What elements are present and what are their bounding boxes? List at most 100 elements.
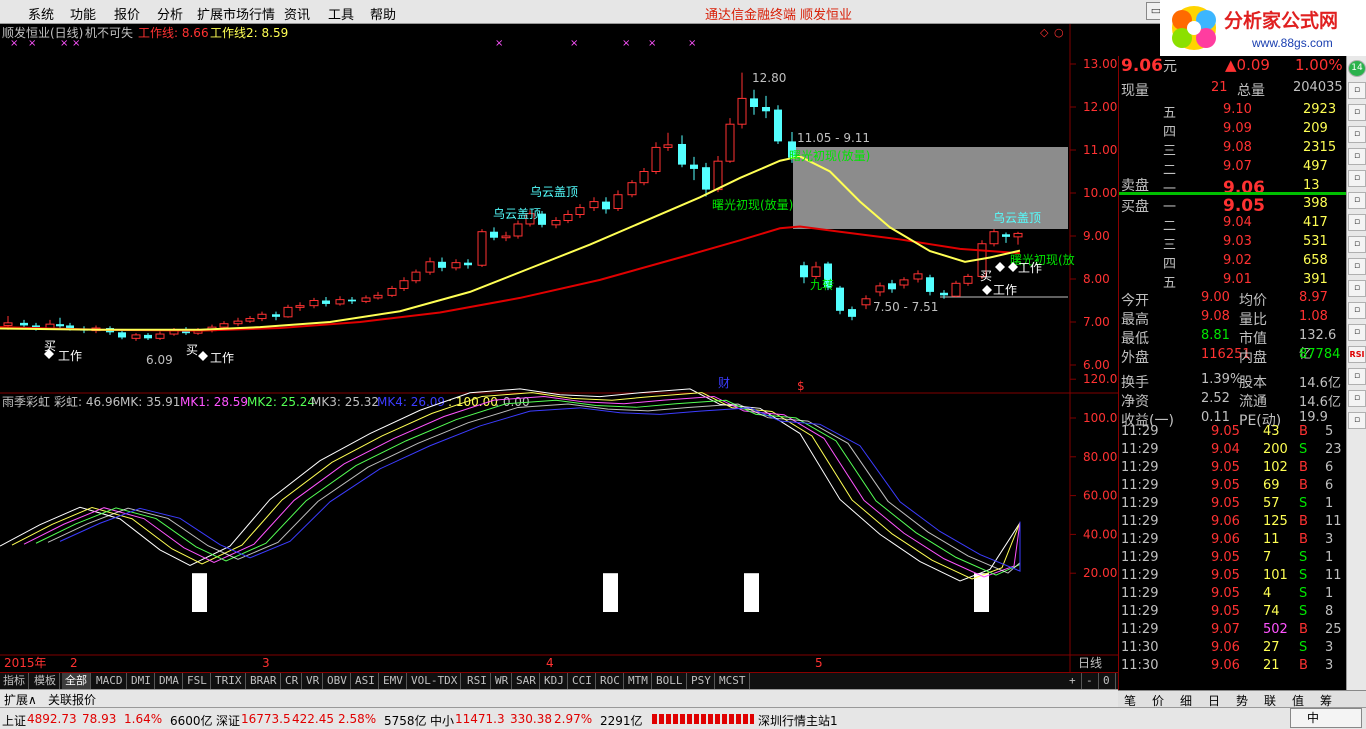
work-signal-label: 工作 bbox=[210, 351, 234, 365]
candle-body bbox=[875, 285, 885, 293]
menu-quote[interactable]: 报价 bbox=[114, 4, 140, 23]
ask-volume: 2315 bbox=[1303, 140, 1337, 155]
menu-analysis[interactable]: 分析 bbox=[157, 4, 183, 23]
candle-body bbox=[490, 231, 498, 238]
indicator-tab[interactable]: 模板 bbox=[31, 673, 60, 689]
toolbar-tool-icon[interactable]: ▫ bbox=[1348, 368, 1366, 385]
chart-area[interactable]: 顺发恒业(日线) 机不可失 工作线: 8.66 工作线2: 8.59 13.00… bbox=[0, 24, 1118, 672]
indicator-tab[interactable]: FSL bbox=[184, 673, 211, 689]
stat-label: 流通 bbox=[1239, 394, 1267, 410]
ask-volume: 497 bbox=[1303, 159, 1328, 174]
finance-marker: 财 bbox=[718, 376, 730, 390]
toolbar-tool-icon[interactable]: ▫ bbox=[1348, 412, 1366, 429]
toolbar-tool-icon[interactable]: ▫ bbox=[1348, 192, 1366, 209]
menu-function[interactable]: 功能 bbox=[70, 4, 96, 23]
menu-system[interactable]: 系统 bbox=[28, 4, 54, 23]
toolbar-tool-icon[interactable]: ▫ bbox=[1348, 126, 1366, 143]
stat-label: 内盘 bbox=[1239, 350, 1267, 366]
tab-control-button[interactable]: - bbox=[1083, 673, 1099, 689]
tick-volume: 102 bbox=[1263, 460, 1288, 475]
tick-row: 11:29 9.05 101 S 11 bbox=[1119, 568, 1347, 586]
candle-body bbox=[951, 282, 961, 297]
bid-volume: 398 bbox=[1303, 196, 1328, 211]
candle-body bbox=[361, 297, 371, 302]
toolbar-tool-icon[interactable]: ▫ bbox=[1348, 302, 1366, 319]
indicator-tab[interactable]: CCI bbox=[569, 673, 596, 689]
indicator-tab[interactable]: DMA bbox=[156, 673, 183, 689]
indicator-tab[interactable]: VOL-TDX bbox=[408, 673, 462, 689]
tick-count: 11 bbox=[1325, 568, 1342, 583]
candle-body bbox=[811, 266, 821, 277]
ext-toggle[interactable]: 扩展∧ bbox=[4, 691, 37, 708]
work-signal-label: 工作 bbox=[58, 349, 82, 363]
indicator-tab[interactable]: KDJ bbox=[541, 673, 568, 689]
candle-body bbox=[800, 265, 808, 278]
candle-body bbox=[295, 305, 305, 308]
indicator-tab[interactable]: BRAR bbox=[247, 673, 281, 689]
tick-direction: S bbox=[1299, 496, 1308, 511]
x-marker-icon: × bbox=[688, 38, 696, 49]
ime-indicator[interactable]: 中 bbox=[1290, 708, 1362, 728]
price-panel[interactable]: 顺发恒业(日线) 机不可失 工作线: 8.66 工作线2: 8.59 13.00… bbox=[0, 24, 1118, 672]
candle-body bbox=[257, 313, 267, 320]
indicator-tab[interactable]: WR bbox=[492, 673, 513, 689]
indicator-tab[interactable]: EMV bbox=[380, 673, 407, 689]
related-quote-tab[interactable]: 关联报价 bbox=[48, 691, 96, 708]
toolbar-tool-icon[interactable]: 14 bbox=[1348, 60, 1366, 77]
bid-row: 一 9.05 398 bbox=[1119, 196, 1347, 216]
x-marker-icon: × bbox=[622, 38, 630, 49]
server-station[interactable]: 深圳行情主站1 bbox=[758, 712, 838, 729]
toolbar-tool-icon[interactable]: ▫ bbox=[1348, 148, 1366, 165]
indicator-tab[interactable]: TRIX bbox=[212, 673, 246, 689]
toolbar-tool-icon[interactable]: ▫ bbox=[1348, 236, 1366, 253]
indicator-tab[interactable]: MTM bbox=[625, 673, 652, 689]
toolbar-tool-icon[interactable]: ▫ bbox=[1348, 258, 1366, 275]
candle-body bbox=[602, 201, 610, 210]
x-marker-icon: × bbox=[570, 38, 578, 49]
indicator-tab[interactable]: ASI bbox=[352, 673, 379, 689]
tick-price: 9.05 bbox=[1211, 460, 1240, 475]
tick-direction: B bbox=[1299, 622, 1308, 637]
toolbar-tool-icon[interactable]: ▫ bbox=[1348, 390, 1366, 407]
toolbar-tool-icon[interactable]: ▫ bbox=[1348, 82, 1366, 99]
toolbar-tool-icon[interactable]: ▫ bbox=[1348, 170, 1366, 187]
stat-value: 19.9 bbox=[1299, 410, 1328, 425]
candle-body bbox=[1002, 234, 1010, 237]
menu-news[interactable]: 资讯 bbox=[284, 4, 310, 23]
indicator-tab[interactable]: RSI bbox=[464, 673, 491, 689]
indicator-tab[interactable]: VR bbox=[303, 673, 324, 689]
indicator-tab[interactable]: BOLL bbox=[653, 673, 687, 689]
rainbow-indicator-panel[interactable]: 雨季彩虹 彩虹: 46.96 MK: 35.91 MK1: 28.59 MK2:… bbox=[0, 372, 1118, 612]
candle bbox=[627, 180, 637, 198]
indicator-tab[interactable]: SAR bbox=[513, 673, 540, 689]
indicator-tab[interactable]: DMI bbox=[128, 673, 155, 689]
ask-row: 三 9.08 2315 bbox=[1119, 140, 1347, 159]
menu-tools[interactable]: 工具 bbox=[328, 4, 354, 23]
price-tick-label: 6.00 bbox=[1083, 358, 1110, 372]
bid-row: 五 9.01 391 bbox=[1119, 272, 1347, 291]
indicator-tab[interactable]: ROC bbox=[597, 673, 624, 689]
tab-control-button[interactable]: 0 bbox=[1100, 673, 1116, 689]
toolbar-tool-icon[interactable]: ▫ bbox=[1348, 324, 1366, 341]
indicator-tab[interactable]: 指标 bbox=[0, 673, 29, 689]
indicator-tab[interactable]: PSY bbox=[688, 673, 715, 689]
indicator-tab[interactable]: CR bbox=[282, 673, 303, 689]
quote-panel-tabs: 笔价细日势联值筹 bbox=[1118, 690, 1366, 708]
indicator-tab[interactable]: MACD bbox=[93, 673, 127, 689]
rainbow-signal-bars bbox=[192, 573, 989, 612]
tab-control-button[interactable]: + bbox=[1066, 673, 1082, 689]
toolbar-tool-icon[interactable]: ▫ bbox=[1348, 104, 1366, 121]
tick-time: 11:30 bbox=[1121, 640, 1159, 655]
indicator-tab[interactable]: MCST bbox=[716, 673, 750, 689]
rainbow-lines bbox=[0, 388, 1021, 582]
menu-help[interactable]: 帮助 bbox=[370, 4, 396, 23]
indicator-tab[interactable]: 全部 bbox=[62, 673, 91, 689]
toolbar-tool-icon[interactable]: ▫ bbox=[1348, 280, 1366, 297]
toolbar-tool-icon[interactable]: ▫ bbox=[1348, 214, 1366, 231]
indicator-tab[interactable]: OBV bbox=[324, 673, 351, 689]
menu-ext-market[interactable]: 扩展市场行情 bbox=[197, 4, 275, 23]
mk3-line bbox=[47, 403, 1021, 574]
rsi-tool-button[interactable]: RSI bbox=[1348, 346, 1366, 363]
tick-direction: S bbox=[1299, 568, 1308, 583]
ask-row: 五 9.10 2923 bbox=[1119, 102, 1347, 121]
